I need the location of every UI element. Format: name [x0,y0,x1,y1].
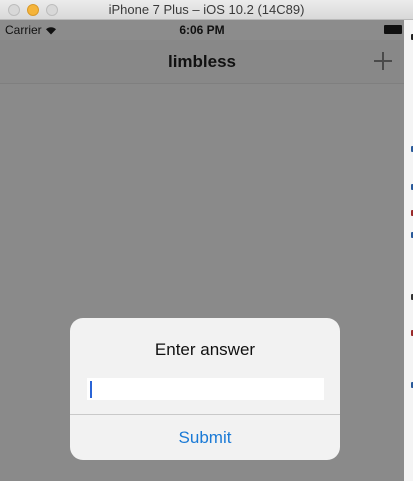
status-time: 6:06 PM [179,23,225,37]
plus-icon[interactable] [372,50,394,72]
answer-alert: Enter answer Submit [70,318,340,460]
battery-icon [384,25,402,34]
nav-title: limbless [167,52,237,71]
answer-input[interactable] [87,378,324,400]
simulator-window: iPhone 7 Plus – iOS 10.2 (14C89) Carrier… [0,0,413,481]
window-title: iPhone 7 Plus – iOS 10.2 (14C89) [108,2,305,17]
device-screen: Carrier 6:06 PM limbless Enter answer Su… [0,20,404,481]
window-titlebar: iPhone 7 Plus – iOS 10.2 (14C89) [0,0,413,20]
alert-title: Enter answer [154,340,256,359]
text-caret [90,381,92,398]
navigation-bar: limbless [0,40,404,84]
simulator-edge [404,20,413,481]
status-bar: Carrier 6:06 PM [0,20,404,40]
submit-button[interactable]: Submit [70,415,340,460]
